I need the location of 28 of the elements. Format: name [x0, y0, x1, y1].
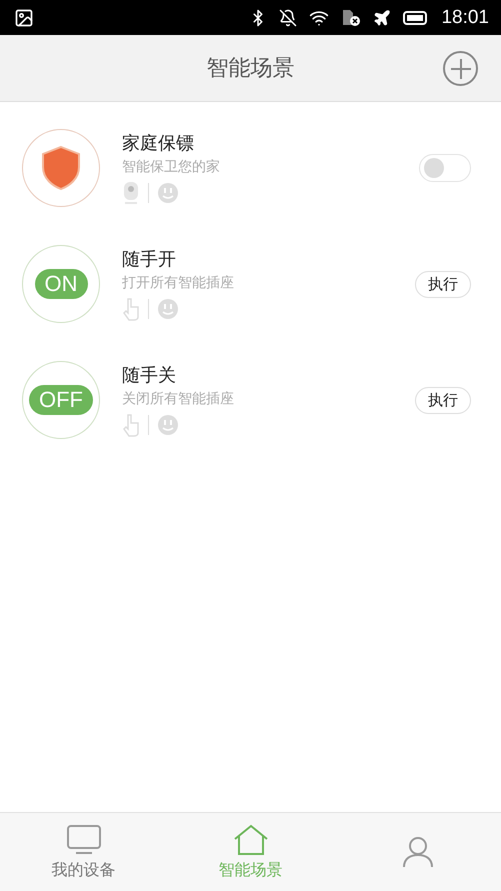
sim-icon [341, 8, 362, 26]
status-pill: OFF [29, 385, 93, 415]
scene-title: 随手开 [122, 248, 177, 271]
plus-icon [448, 56, 472, 80]
scene-title: 家庭保镖 [122, 132, 195, 155]
page-title: 智能场景 [206, 55, 294, 83]
monitor-icon [66, 824, 102, 856]
execute-button[interactable]: 执行 [415, 386, 471, 414]
hand-pointer-icon [122, 297, 140, 321]
shield-icon [41, 145, 81, 191]
scene-title: 随手关 [122, 364, 177, 387]
scene-description: 关闭所有智能插座 [122, 390, 235, 408]
clock-time: 18:01 [441, 6, 489, 28]
status-pill: ON [34, 269, 88, 299]
toggle-switch[interactable] [419, 154, 471, 182]
add-button[interactable] [443, 51, 478, 86]
camera-icon [122, 181, 140, 205]
mute-icon [279, 8, 298, 26]
image-icon [14, 8, 34, 28]
person-icon [400, 836, 434, 868]
scene-description: 智能保卫您的家 [122, 158, 221, 176]
airplane-icon [373, 8, 392, 26]
scene-description: 打开所有智能插座 [122, 274, 235, 292]
hand-pointer-icon [122, 413, 140, 437]
execute-button[interactable]: 执行 [415, 270, 471, 298]
home-icon [232, 824, 270, 856]
battery-icon [403, 10, 430, 26]
tab[interactable]: 我的设备 [0, 813, 167, 891]
